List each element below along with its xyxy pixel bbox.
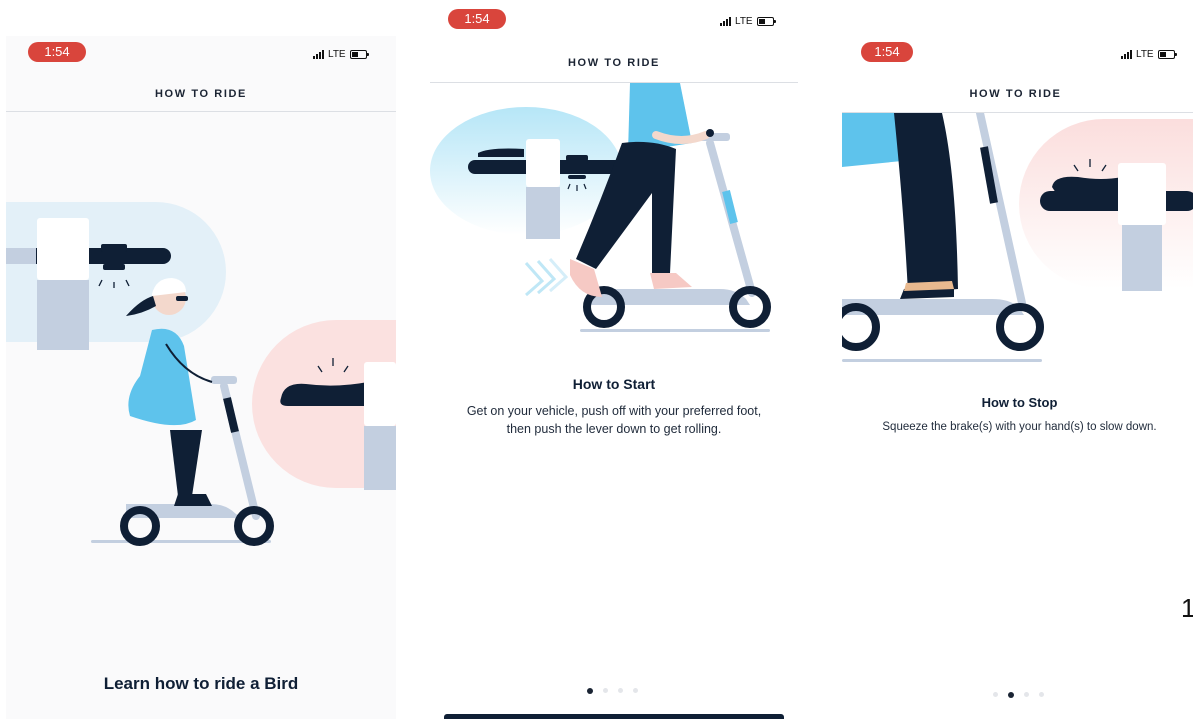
page-number: 1 <box>1181 593 1193 623</box>
page-indicator[interactable] <box>587 688 638 694</box>
scooter-illustration <box>6 202 396 546</box>
page-dot-3[interactable] <box>1024 692 1029 697</box>
nav-divider <box>6 111 396 112</box>
battery-icon <box>349 50 369 59</box>
status-time: 1:54 <box>448 9 506 29</box>
throttle-scooter-illustration <box>430 83 771 332</box>
network-label: LTE <box>328 49 346 60</box>
nav-title: HOW TO RIDE <box>969 88 1062 100</box>
screen-body: Get on your vehicle, push off with your … <box>430 402 798 438</box>
page-dot-1[interactable] <box>587 688 593 694</box>
status-time: 1:54 <box>28 42 86 62</box>
page-dot-4[interactable] <box>633 688 638 693</box>
screen-heading: How to Start <box>572 376 656 392</box>
screen-how-to-stop: 1:54 LTE HOW TO RIDE How to Stop Squeeze… <box>842 36 1193 719</box>
page-dot-3[interactable] <box>618 688 623 693</box>
screen-heading: How to Stop <box>981 395 1058 410</box>
signal-icon <box>1121 50 1132 59</box>
screen-body: Squeeze the brake(s) with your hand(s) t… <box>882 421 1157 433</box>
signal-icon <box>720 17 731 26</box>
page-dot-4[interactable] <box>1039 692 1044 697</box>
network-label: LTE <box>1136 49 1154 60</box>
brake-scooter-illustration <box>842 113 1193 362</box>
page-dot-2[interactable] <box>603 688 608 693</box>
page-dot-2[interactable] <box>1008 692 1014 698</box>
battery-icon <box>756 17 776 26</box>
screen-learn-to-ride: 1:54 LTE HOW TO RIDE Learn how to ride a… <box>6 36 396 719</box>
page-dot-1[interactable] <box>993 692 998 697</box>
status-indicators: LTE <box>1121 49 1177 60</box>
signal-icon <box>313 50 324 59</box>
screen-body-line-2: then push the lever down to get rolling. <box>506 422 722 436</box>
nav-title: HOW TO RIDE <box>568 57 660 69</box>
status-indicators: LTE <box>313 49 369 60</box>
screen-heading: Learn how to ride a Bird <box>103 674 299 693</box>
primary-action-bar[interactable] <box>444 714 784 719</box>
screen-how-to-start: 1:54 LTE HOW TO RIDE How to Start Get on… <box>430 6 798 719</box>
status-indicators: LTE <box>720 16 776 27</box>
battery-icon <box>1157 50 1177 59</box>
status-time: 1:54 <box>861 42 913 62</box>
screen-body-line-1: Get on your vehicle, push off with your … <box>466 404 762 418</box>
page-indicator[interactable] <box>993 692 1044 698</box>
nav-title: HOW TO RIDE <box>155 88 247 100</box>
network-label: LTE <box>735 16 753 27</box>
